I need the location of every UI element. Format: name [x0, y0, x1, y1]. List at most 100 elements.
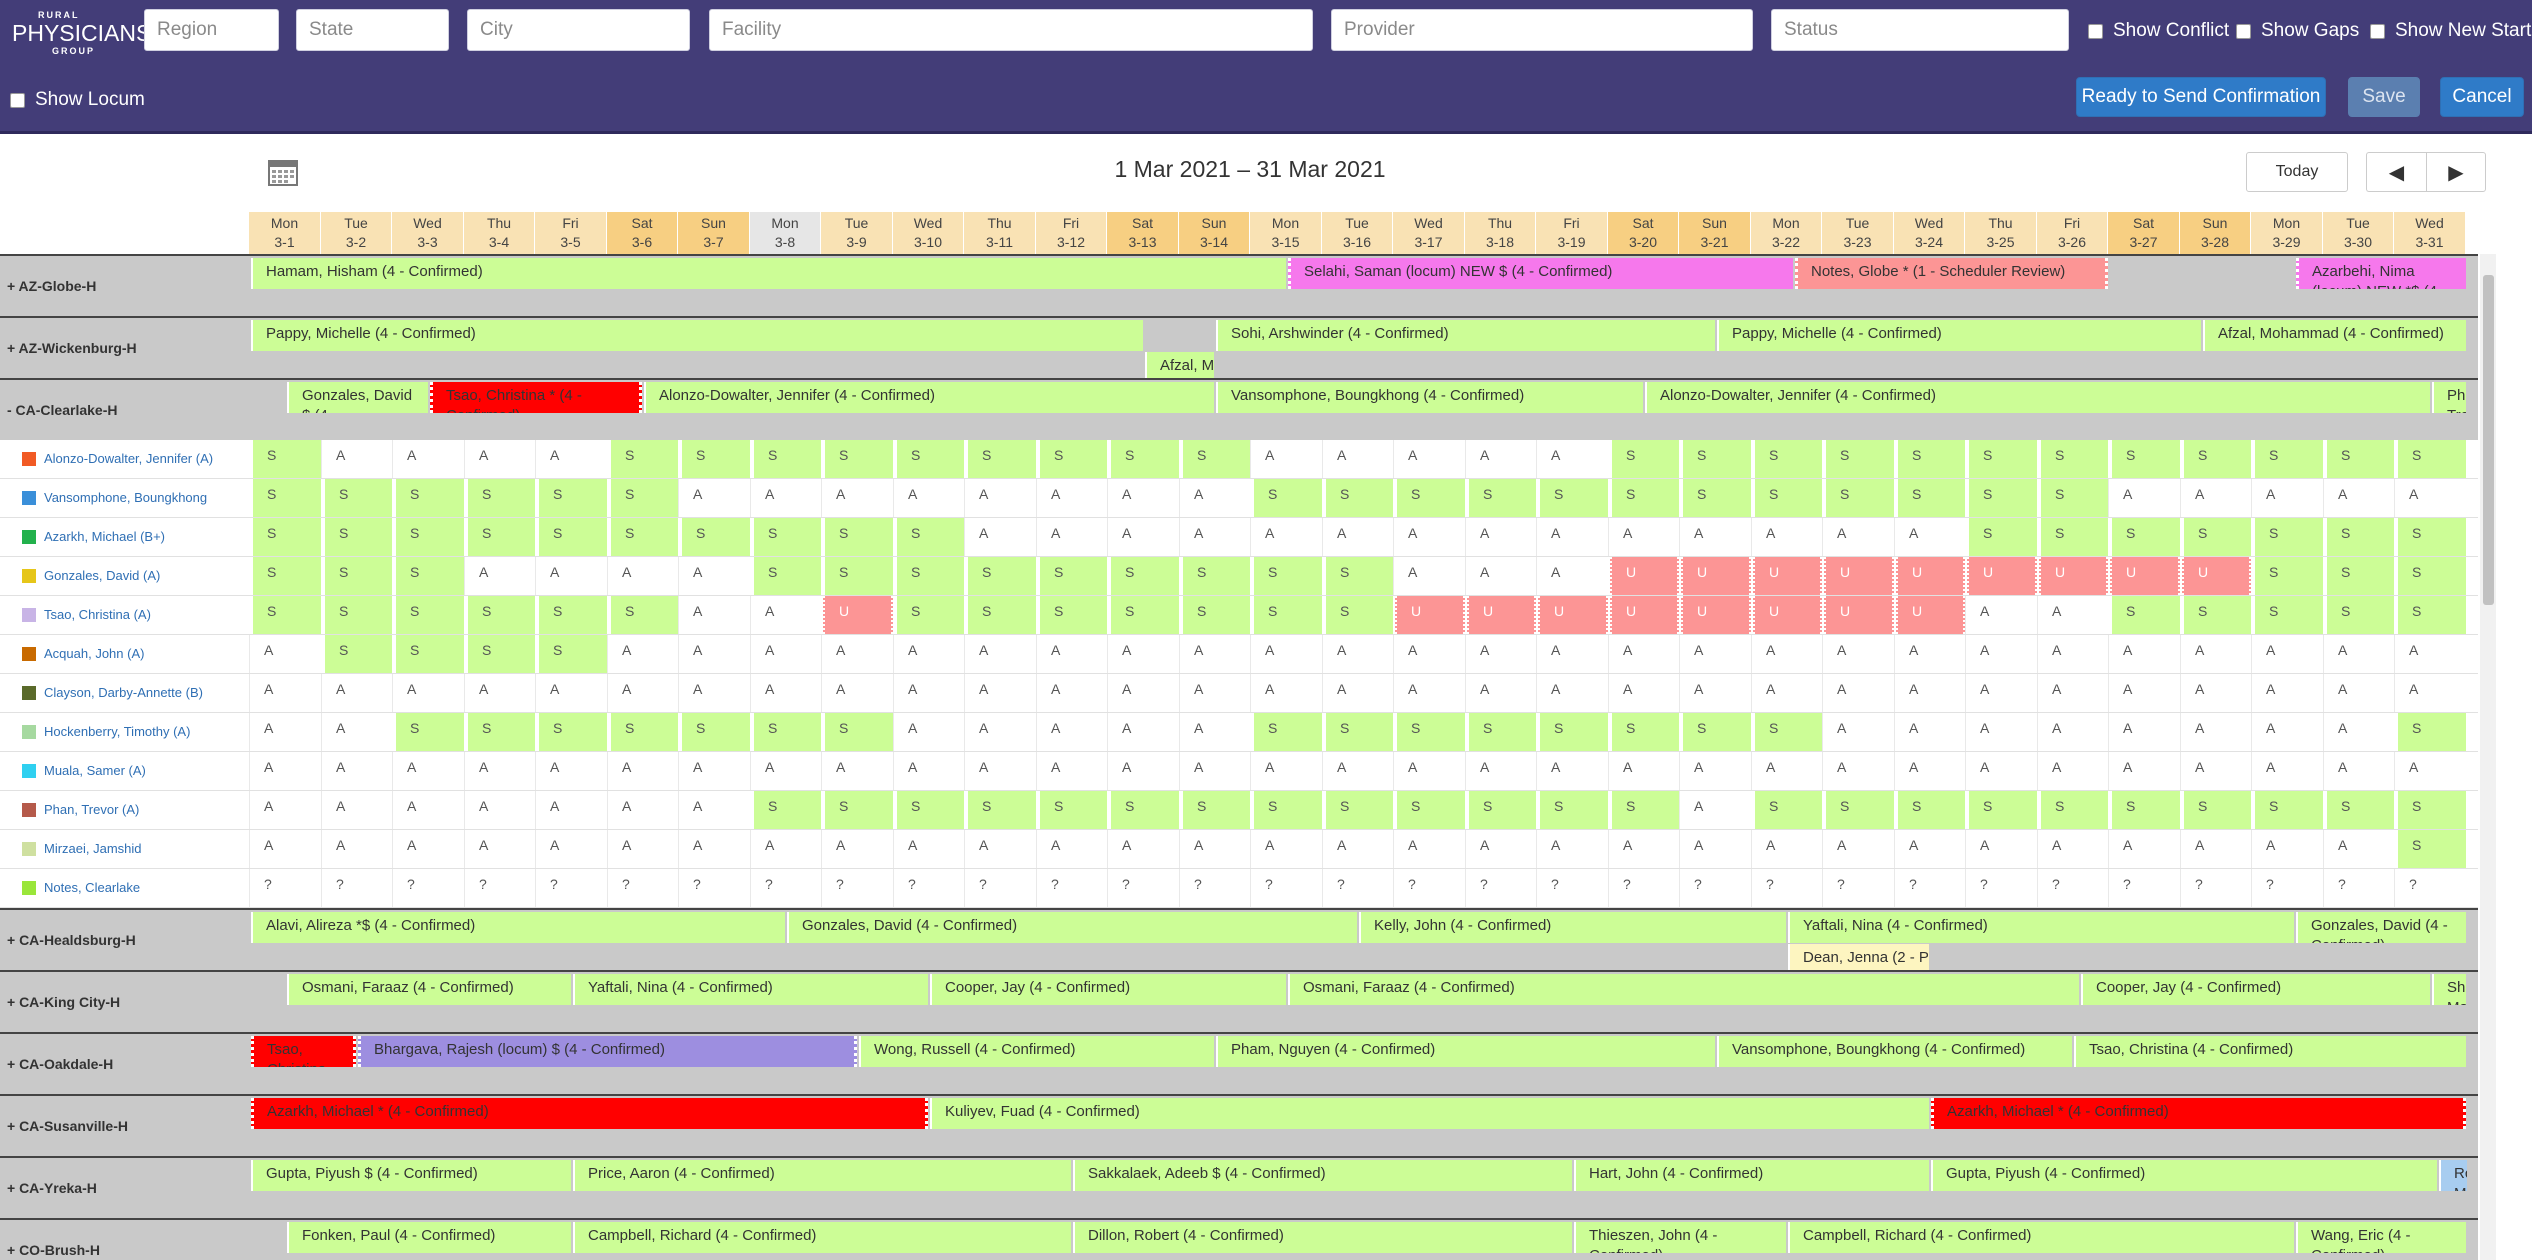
availability-cell[interactable]: ?: [1393, 869, 1465, 907]
availability-cell[interactable]: A: [1107, 752, 1179, 790]
availability-cell[interactable]: S: [2182, 791, 2251, 829]
availability-cell[interactable]: ?: [1751, 869, 1822, 907]
availability-cell[interactable]: ?: [2323, 869, 2394, 907]
availability-cell[interactable]: A: [750, 674, 821, 712]
availability-cell[interactable]: A: [1822, 518, 1894, 556]
availability-cell[interactable]: A: [1679, 635, 1751, 673]
availability-cell[interactable]: S: [1967, 479, 2037, 517]
availability-cell[interactable]: A: [1250, 518, 1322, 556]
availability-cell[interactable]: A: [1536, 518, 1608, 556]
provider-name-link[interactable]: Muala, Samer (A): [44, 763, 146, 778]
availability-cell[interactable]: A: [1822, 830, 1894, 868]
availability-cell[interactable]: ?: [1250, 869, 1322, 907]
availability-cell[interactable]: S: [251, 440, 321, 478]
availability-cell[interactable]: A: [2037, 713, 2108, 751]
availability-cell[interactable]: S: [752, 518, 821, 556]
availability-cell[interactable]: A: [1465, 518, 1536, 556]
availability-cell[interactable]: A: [2323, 635, 2394, 673]
availability-cell[interactable]: ?: [464, 869, 535, 907]
availability-cell[interactable]: S: [1109, 440, 1179, 478]
availability-cell[interactable]: S: [466, 713, 535, 751]
availability-cell[interactable]: A: [2394, 674, 2466, 712]
availability-cell[interactable]: ?: [321, 869, 392, 907]
shift-block[interactable]: Campbell, Richard (4 - Confirmed): [573, 1222, 1071, 1253]
availability-cell[interactable]: A: [249, 635, 321, 673]
availability-cell[interactable]: S: [1967, 440, 2037, 478]
availability-cell[interactable]: S: [1038, 557, 1107, 595]
availability-cell[interactable]: A: [1679, 830, 1751, 868]
availability-cell[interactable]: A: [1179, 635, 1250, 673]
availability-cell[interactable]: S: [537, 518, 607, 556]
availability-cell[interactable]: A: [2108, 713, 2180, 751]
availability-cell[interactable]: A: [821, 830, 893, 868]
availability-cell[interactable]: S: [966, 440, 1036, 478]
availability-cell[interactable]: ?: [1679, 869, 1751, 907]
availability-cell[interactable]: A: [1107, 518, 1179, 556]
availability-cell[interactable]: S: [1395, 713, 1465, 751]
availability-cell[interactable]: S: [2396, 440, 2466, 478]
availability-cell[interactable]: A: [1465, 557, 1536, 595]
show-conflict-checkbox[interactable]: Show Conflict: [2088, 20, 2229, 42]
availability-cell[interactable]: ?: [1107, 869, 1179, 907]
availability-cell[interactable]: S: [537, 635, 607, 673]
availability-cell[interactable]: S: [251, 557, 321, 595]
availability-cell[interactable]: A: [964, 830, 1036, 868]
availability-cell[interactable]: ?: [2394, 869, 2466, 907]
availability-cell[interactable]: S: [1109, 557, 1179, 595]
availability-cell[interactable]: S: [2253, 596, 2323, 634]
provider-name-link[interactable]: Hockenberry, Timothy (A): [44, 724, 190, 739]
availability-cell[interactable]: S: [1467, 479, 1536, 517]
availability-cell[interactable]: S: [1181, 596, 1250, 634]
availability-cell[interactable]: A: [249, 713, 321, 751]
availability-cell[interactable]: U: [1967, 557, 2037, 595]
availability-cell[interactable]: S: [2253, 518, 2323, 556]
availability-cell[interactable]: S: [609, 596, 678, 634]
availability-cell[interactable]: A: [1894, 713, 1965, 751]
availability-cell[interactable]: S: [1324, 713, 1393, 751]
availability-cell[interactable]: A: [535, 752, 607, 790]
shift-block[interactable]: Pappy, Michelle (4 - Confirmed): [1717, 320, 2201, 351]
availability-cell[interactable]: A: [321, 752, 392, 790]
facility-toggle[interactable]: - CA-Clearlake-H: [7, 402, 117, 418]
availability-cell[interactable]: S: [1753, 440, 1822, 478]
shift-block[interactable]: Kuliyev, Fuad (4 - Confirmed): [930, 1098, 1929, 1129]
availability-cell[interactable]: S: [466, 635, 535, 673]
shift-block[interactable]: Cooper, Jay (4 - Confirmed): [930, 974, 1286, 1005]
availability-cell[interactable]: A: [1393, 635, 1465, 673]
availability-cell[interactable]: U: [1610, 557, 1679, 595]
availability-cell[interactable]: A: [2251, 713, 2323, 751]
availability-cell[interactable]: A: [893, 830, 964, 868]
availability-cell[interactable]: A: [1536, 635, 1608, 673]
availability-cell[interactable]: A: [1536, 674, 1608, 712]
availability-cell[interactable]: S: [1252, 713, 1322, 751]
availability-cell[interactable]: A: [1179, 752, 1250, 790]
availability-cell[interactable]: A: [1179, 479, 1250, 517]
availability-cell[interactable]: A: [321, 791, 392, 829]
availability-cell[interactable]: A: [1536, 557, 1608, 595]
availability-cell[interactable]: A: [1822, 752, 1894, 790]
shift-block[interactable]: Vansomphone, Boungkhong (4 - Confirmed): [1717, 1036, 2072, 1067]
availability-cell[interactable]: A: [2323, 752, 2394, 790]
availability-cell[interactable]: S: [2396, 791, 2466, 829]
availability-cell[interactable]: A: [893, 752, 964, 790]
availability-cell[interactable]: A: [1393, 674, 1465, 712]
availability-cell[interactable]: S: [466, 518, 535, 556]
availability-cell[interactable]: S: [2110, 440, 2180, 478]
availability-cell[interactable]: S: [895, 557, 964, 595]
availability-cell[interactable]: A: [1751, 752, 1822, 790]
city-filter[interactable]: [467, 9, 690, 51]
availability-cell[interactable]: A: [2108, 674, 2180, 712]
shift-block[interactable]: Gonzales, David (4 - Confirmed): [787, 912, 1357, 943]
availability-cell[interactable]: A: [1393, 557, 1465, 595]
availability-cell[interactable]: A: [464, 557, 535, 595]
availability-cell[interactable]: ?: [1179, 869, 1250, 907]
shift-block[interactable]: Thieszen, John (4 - Confirmed): [1574, 1222, 1786, 1253]
availability-cell[interactable]: A: [821, 479, 893, 517]
availability-cell[interactable]: A: [2251, 635, 2323, 673]
availability-cell[interactable]: S: [1467, 713, 1536, 751]
availability-cell[interactable]: A: [2394, 752, 2466, 790]
availability-cell[interactable]: A: [1179, 674, 1250, 712]
availability-cell[interactable]: A: [2180, 830, 2251, 868]
availability-cell[interactable]: A: [1465, 674, 1536, 712]
shift-block[interactable]: Hamam, Hisham (4 - Confirmed): [251, 258, 1286, 289]
